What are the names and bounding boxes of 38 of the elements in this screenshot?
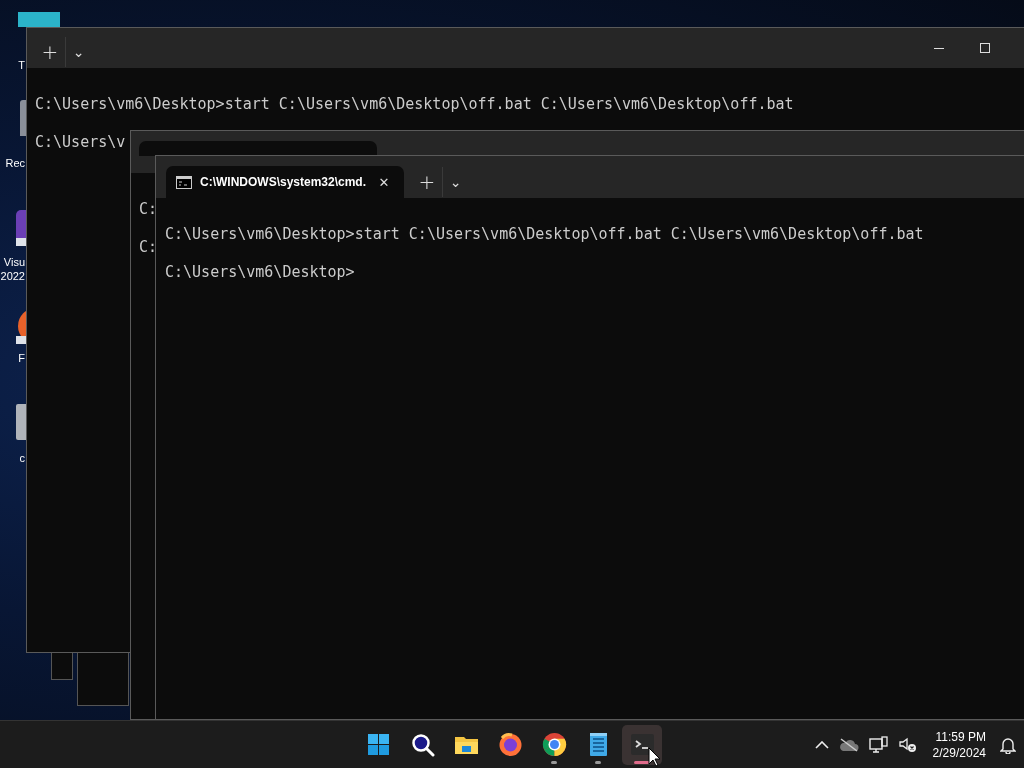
browser-icon: [499, 732, 521, 756]
console-line: C:: [139, 200, 158, 219]
icon-label: c: [18, 451, 25, 465]
icon-label: Rec: [4, 156, 25, 170]
clock[interactable]: 11:59 PM 2/29/2024: [932, 728, 986, 761]
close-tab-button[interactable]: ✕: [374, 172, 394, 192]
maximize-icon: [980, 43, 990, 53]
console-line: C:\Users\v: [35, 133, 126, 152]
browser-icon: [542, 733, 566, 756]
console-line: C:\Users\vm6\Desktop>start C:\Users\vm6\Desktop\off.bat C:\Users\vm6\Desktop\off.bat: [165, 225, 924, 244]
icon-label: Visu: [2, 255, 25, 269]
windows-logo-icon: [367, 734, 389, 755]
terminal-icon: [630, 734, 654, 755]
tab-title: C:\WINDOWS\system32\cmd.: [200, 175, 367, 189]
clock-date: 2/29/2024: [932, 744, 986, 761]
console-line: C:\Users\vm6\Desktop>start C:\Users\vm6\Desktop\off.bat C:\Users\vm6\Desktop\off.bat: [35, 95, 794, 114]
dropdown-button[interactable]: ⌄: [442, 167, 468, 197]
mouse-cursor-icon: [648, 747, 661, 767]
notepad-icon: [589, 733, 607, 756]
new-tab-button[interactable]: +: [35, 37, 65, 67]
chevron-up-icon[interactable]: [814, 740, 829, 749]
cloud-off-icon[interactable]: [838, 737, 859, 752]
folder-icon: [454, 737, 478, 754]
search-icon: [411, 734, 434, 757]
network-icon[interactable]: [868, 735, 889, 754]
new-tab-button[interactable]: +: [412, 167, 442, 197]
dropdown-button[interactable]: ⌄: [65, 37, 91, 67]
clock-time: 11:59 PM: [935, 728, 986, 745]
minimize-icon: [934, 47, 944, 49]
icon-label: T: [17, 58, 25, 72]
notification-bell-icon[interactable]: [1000, 735, 1016, 754]
icon-label: F: [17, 351, 25, 365]
icon-label: 2022: [0, 269, 25, 283]
volume-muted-icon[interactable]: [898, 736, 917, 753]
console-icon: [176, 175, 192, 189]
console-line: C:\Users\vm6\Desktop>: [165, 263, 355, 282]
console-line: C:: [139, 238, 158, 257]
terminal-tab[interactable]: C:\WINDOWS\system32\cmd. ✕: [166, 166, 404, 198]
